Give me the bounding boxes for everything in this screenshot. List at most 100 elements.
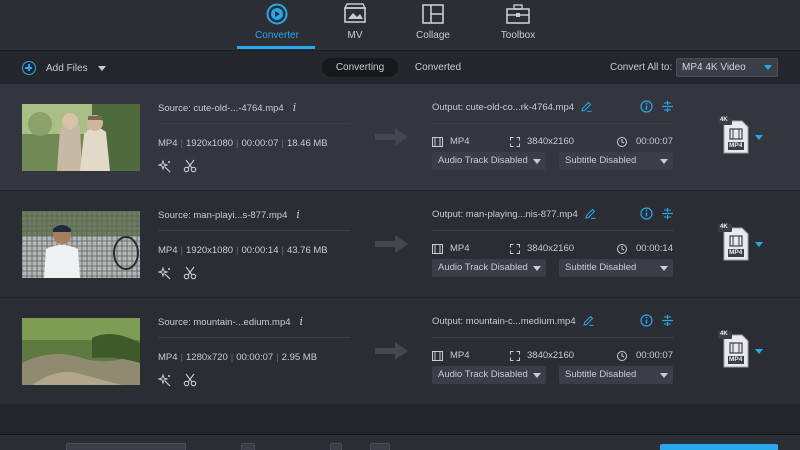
audio-track-dropdown[interactable]: Audio Track Disabled bbox=[432, 366, 546, 384]
cut-icon[interactable] bbox=[183, 266, 197, 280]
chevron-down-icon[interactable] bbox=[755, 135, 763, 140]
info-icon[interactable]: i bbox=[300, 315, 304, 328]
chevron-down-icon bbox=[533, 159, 541, 164]
output-format: MP4 bbox=[432, 136, 470, 147]
chevron-down-icon[interactable] bbox=[755, 349, 763, 354]
media-info-icon[interactable] bbox=[640, 100, 653, 113]
source-filename: Source: cute-old-...-4764.mp4 i bbox=[158, 101, 296, 114]
output-format: MP4 bbox=[432, 350, 470, 361]
badge-format-text: MP4 bbox=[729, 249, 743, 256]
file-row[interactable]: Source: cute-old-...-4764.mp4 i MP4 | 1920x… bbox=[0, 84, 800, 190]
video-thumbnail[interactable] bbox=[22, 318, 140, 385]
output-resolution: 3840x2160 bbox=[510, 243, 574, 254]
tab-converting[interactable]: Converting bbox=[322, 58, 398, 77]
subtitle-dropdown[interactable]: Subtitle Disabled bbox=[559, 259, 673, 277]
clock-icon bbox=[617, 136, 627, 147]
video-thumbnail[interactable] bbox=[22, 211, 140, 278]
source-resolution: 1920x1080 bbox=[186, 245, 234, 256]
converter-icon bbox=[266, 3, 288, 25]
info-icon[interactable]: i bbox=[296, 208, 300, 221]
source-text: Source: cute-old-...-4764.mp4 bbox=[158, 103, 284, 114]
divider bbox=[432, 230, 674, 231]
folder-button[interactable] bbox=[241, 443, 255, 450]
add-icon bbox=[22, 61, 36, 75]
add-files-button[interactable]: Add Files bbox=[22, 60, 106, 76]
video-format-icon bbox=[432, 243, 443, 254]
source-size: 18.46 MB bbox=[286, 138, 328, 149]
divider bbox=[158, 337, 350, 338]
media-info-icon[interactable] bbox=[640, 314, 653, 327]
edit-effects-icon[interactable] bbox=[157, 159, 172, 173]
convert-all-button[interactable] bbox=[660, 444, 778, 450]
arrow-right-icon bbox=[375, 235, 408, 253]
tab-converted[interactable]: Converted bbox=[405, 58, 471, 77]
tab-toolbox[interactable]: Toolbox bbox=[478, 0, 558, 50]
tab-converter-label: Converter bbox=[255, 30, 299, 41]
cut-icon[interactable] bbox=[183, 159, 197, 173]
add-files-label: Add Files bbox=[46, 62, 88, 74]
video-format-icon bbox=[432, 350, 443, 361]
source-text: Source: man-playi...s-877.mp4 bbox=[158, 210, 288, 221]
arrow-right-icon bbox=[375, 342, 408, 360]
audio-track-value: Audio Track Disabled bbox=[438, 155, 528, 166]
chevron-down-icon bbox=[660, 373, 668, 378]
subtitle-value: Subtitle Disabled bbox=[565, 155, 637, 166]
badge-resolution-text: 4K bbox=[720, 224, 728, 230]
rename-pencil-icon[interactable] bbox=[582, 315, 594, 326]
output-resolution: 3840x2160 bbox=[510, 136, 574, 147]
media-info-icon[interactable] bbox=[640, 207, 653, 220]
source-format: MP4 bbox=[158, 138, 178, 149]
rename-pencil-icon[interactable] bbox=[581, 101, 592, 112]
file-row[interactable]: Source: mountain-...edium.mp4 i MP4 | 1280x… bbox=[0, 298, 800, 404]
divider bbox=[158, 230, 350, 231]
settings-button[interactable] bbox=[370, 443, 390, 450]
source-resolution: 1920x1080 bbox=[186, 138, 234, 149]
source-metadata: MP4 | 1920x1080 | 00:00:14 | 43.76 MB bbox=[158, 245, 328, 256]
subtitle-dropdown[interactable]: Subtitle Disabled bbox=[559, 152, 673, 170]
chevron-down-icon[interactable] bbox=[97, 65, 106, 71]
source-resolution: 1280x720 bbox=[186, 352, 228, 363]
chevron-down-icon bbox=[660, 159, 668, 164]
source-size: 43.76 MB bbox=[286, 245, 328, 256]
chevron-down-icon[interactable] bbox=[755, 242, 763, 247]
badge-format-text: MP4 bbox=[729, 356, 743, 363]
audio-track-dropdown[interactable]: Audio Track Disabled bbox=[432, 259, 546, 277]
output-format-badge[interactable]: 4K MP4 bbox=[718, 224, 750, 262]
output-format: MP4 bbox=[432, 243, 470, 254]
output-format-text: MP4 bbox=[450, 136, 470, 147]
edit-effects-icon[interactable] bbox=[157, 373, 172, 387]
file-row[interactable]: Source: man-playi...s-877.mp4 i MP4 | 1920x… bbox=[0, 191, 800, 297]
output-folder-field[interactable] bbox=[66, 443, 186, 450]
resolution-icon bbox=[510, 136, 520, 147]
convert-all-select[interactable]: MP4 4K Video bbox=[676, 58, 778, 77]
subtitle-dropdown[interactable]: Subtitle Disabled bbox=[559, 366, 673, 384]
tab-mv[interactable]: MV bbox=[315, 0, 395, 50]
edit-effects-icon[interactable] bbox=[157, 266, 172, 280]
tab-collage[interactable]: Collage bbox=[393, 0, 473, 50]
audio-track-dropdown[interactable]: Audio Track Disabled bbox=[432, 152, 546, 170]
audio-track-value: Audio Track Disabled bbox=[438, 369, 528, 380]
mv-icon bbox=[343, 3, 367, 23]
video-thumbnail[interactable] bbox=[22, 104, 140, 171]
rename-pencil-icon[interactable] bbox=[585, 208, 596, 219]
source-duration: 00:00:14 bbox=[241, 245, 279, 256]
settings-split-icon[interactable] bbox=[661, 100, 674, 113]
output-duration: 00:00:07 bbox=[617, 136, 673, 147]
settings-split-icon[interactable] bbox=[661, 207, 674, 220]
tab-converter[interactable]: Converter bbox=[237, 0, 317, 50]
cut-icon[interactable] bbox=[183, 373, 197, 387]
output-resolution-text: 3840x2160 bbox=[527, 350, 575, 361]
settings-split-icon[interactable] bbox=[661, 314, 674, 327]
output-format-badge[interactable]: 4K MP4 bbox=[718, 117, 750, 155]
output-format-badge[interactable]: 4K MP4 bbox=[718, 331, 750, 369]
video-format-icon bbox=[432, 136, 443, 147]
output-resolution: 3840x2160 bbox=[510, 350, 574, 361]
source-format: MP4 bbox=[158, 245, 178, 256]
clock-icon bbox=[617, 243, 627, 254]
output-resolution-text: 3840x2160 bbox=[527, 136, 575, 147]
info-icon[interactable]: i bbox=[293, 101, 297, 114]
source-duration: 00:00:07 bbox=[241, 138, 279, 149]
merge-checkbox[interactable] bbox=[330, 443, 342, 450]
edit-tools bbox=[157, 266, 198, 280]
resolution-icon bbox=[510, 243, 520, 254]
